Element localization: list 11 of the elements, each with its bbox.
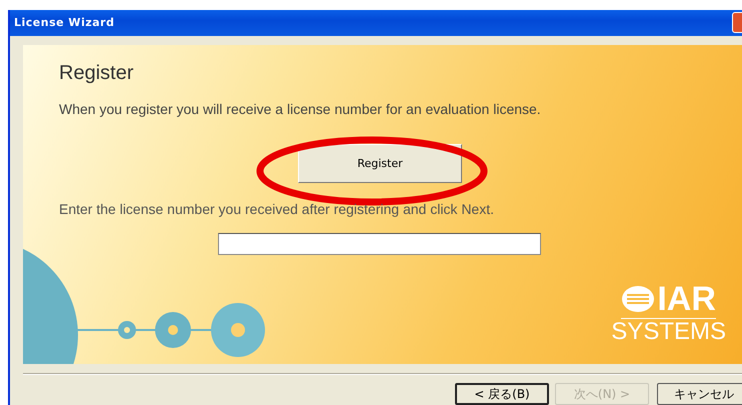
logo-mark: IAR xyxy=(657,282,716,316)
window-title: License Wizard xyxy=(14,16,114,30)
license-number-field[interactable] xyxy=(218,232,541,255)
description-text: When you register you will receive a license number for an evaluation license. xyxy=(59,100,542,117)
page-heading: Register xyxy=(59,62,134,85)
back-button[interactable]: < 戻る(B) xyxy=(455,383,549,405)
register-button[interactable]: Register xyxy=(298,144,462,183)
cancel-button[interactable]: キャンセル xyxy=(657,383,742,405)
instruction-text: Enter the license number you received after registering and click Next. xyxy=(59,200,495,217)
logo-subtitle: SYSTEMS xyxy=(611,318,726,345)
logo-icon xyxy=(621,284,656,313)
